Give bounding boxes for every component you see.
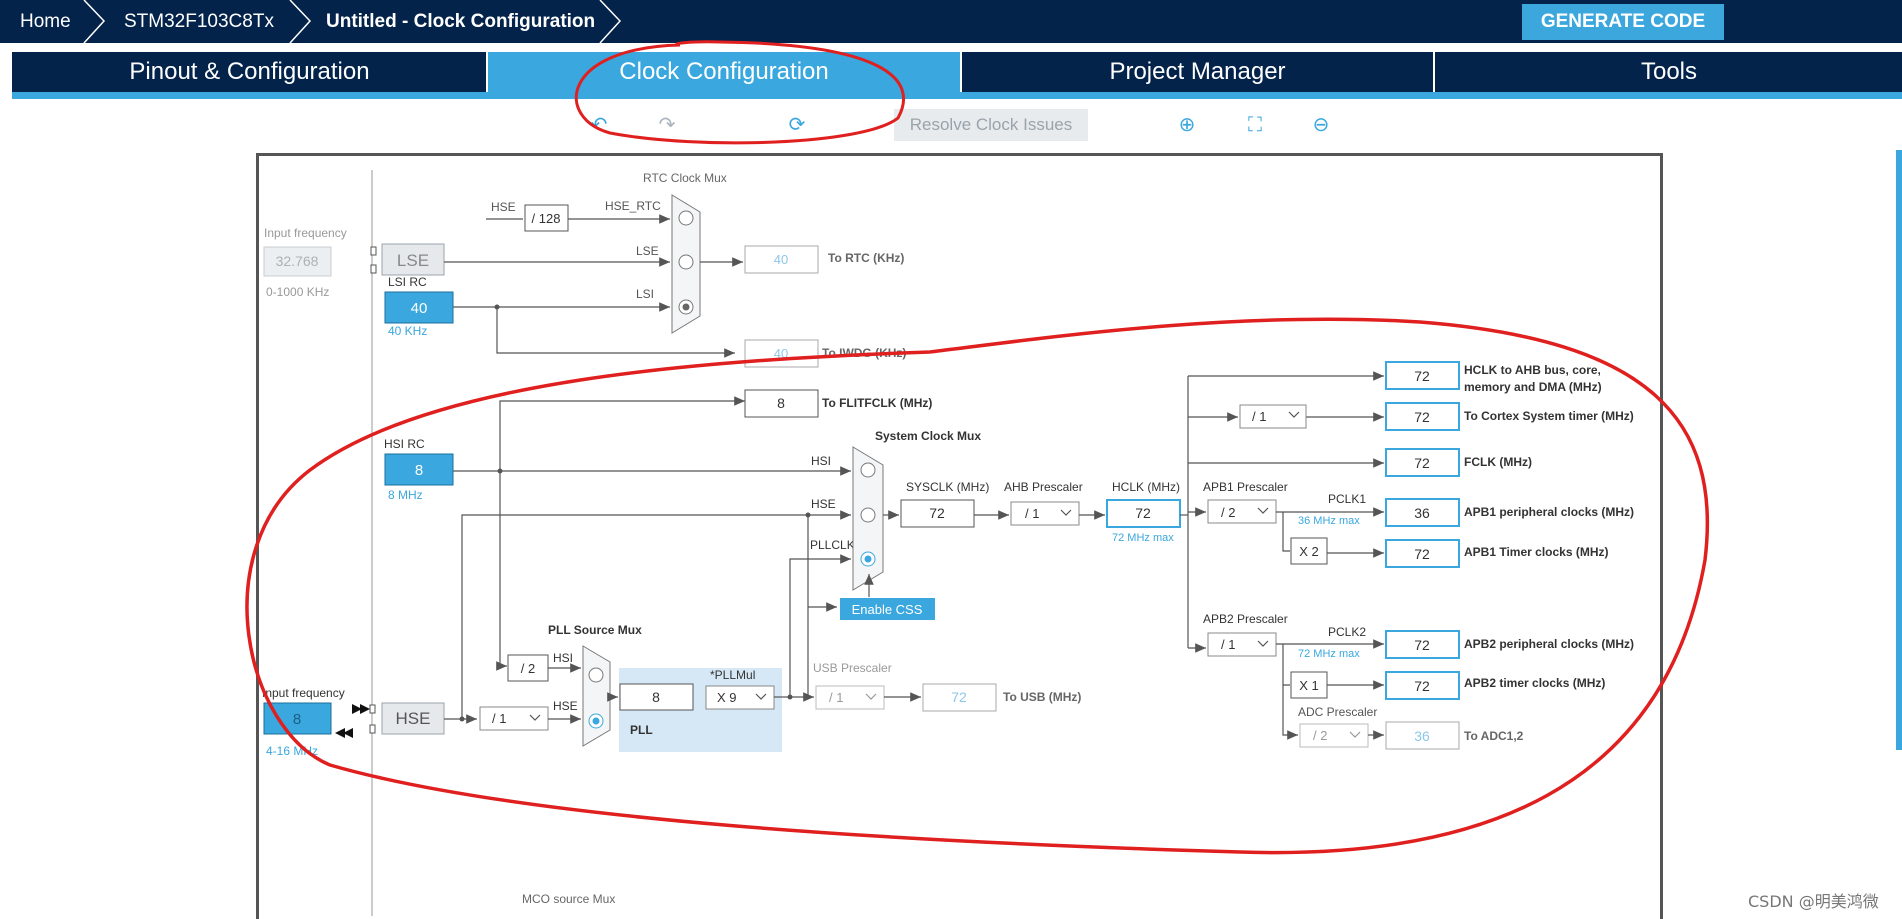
usb-prescaler-select[interactable]	[815, 685, 885, 710]
watermark-text: CSDN @明美鸿微	[1748, 892, 1879, 911]
lse-input-frequency-label: Input frequency	[264, 226, 347, 240]
usb-prescaler-label: USB Prescaler	[813, 661, 892, 675]
rtc-output-value: 40	[774, 252, 788, 267]
enable-css-label: Enable CSS	[852, 602, 923, 617]
clock-tree-svg: Input frequency 32.768 0-1000 KHz LSE LS…	[245, 40, 1710, 916]
pclk1-label: PCLK1	[1328, 492, 1366, 506]
apb1-timer-value: 72	[1414, 546, 1430, 562]
hse-rtc-source-label: HSE	[491, 200, 516, 214]
hse-label: HSE	[396, 709, 431, 728]
apb2-prescaler-label: APB2 Prescaler	[1203, 612, 1288, 626]
pll-label: PLL	[630, 723, 653, 737]
usb-output-value: 72	[951, 689, 967, 705]
adc-prescaler-select[interactable]	[1299, 723, 1369, 748]
hse-input-frequency-label: Input frequency	[262, 686, 345, 700]
lsi-rc-value: 40	[411, 300, 428, 317]
usb-prescaler-value: / 1	[829, 690, 843, 705]
pllmul-label: *PLLMul	[710, 668, 755, 682]
pclk1-max-label: 36 MHz max	[1298, 515, 1360, 527]
hclk-ahb-output-label: HCLK to AHB bus, core,	[1464, 363, 1601, 377]
red-annotation-circle-diagram	[245, 317, 1710, 855]
pll-input-value: 8	[652, 689, 660, 705]
pllmul-value: X 9	[717, 690, 737, 705]
apb2-prescaler-value: / 1	[1221, 637, 1235, 652]
apb1-timer-label: APB1 Timer clocks (MHz)	[1464, 545, 1609, 559]
fclk-output-label: FCLK (MHz)	[1464, 455, 1532, 469]
apb1-prescaler-value: / 2	[1221, 505, 1235, 520]
pllmux-hsi-label: HSI	[553, 651, 573, 665]
hclk-max-label: 72 MHz max	[1112, 532, 1174, 544]
system-clock-mux-title: System Clock Mux	[875, 429, 981, 443]
apb1-peripheral-label: APB1 peripheral clocks (MHz)	[1464, 505, 1634, 519]
hse-rtc-label: HSE_RTC	[605, 199, 661, 213]
adc-prescaler-label: ADC Prescaler	[1298, 705, 1377, 719]
apb1-peripheral-value: 36	[1414, 505, 1430, 521]
adc-output-label: To ADC1,2	[1464, 729, 1524, 743]
cortex-divider-select[interactable]	[1239, 404, 1307, 429]
cortex-divider-value: / 1	[1252, 409, 1266, 424]
sysmux-pllclk-label: PLLCLK	[810, 538, 855, 552]
lse-label: LSE	[397, 251, 429, 270]
apb1-prescaler-select[interactable]	[1207, 499, 1277, 524]
adc-output-value: 36	[1414, 728, 1430, 744]
pll-source-mux	[582, 645, 611, 747]
lse-range-label: 0-1000 KHz	[266, 285, 329, 299]
flitfclk-output-label: To FLITFCLK (MHz)	[822, 396, 932, 410]
rtc-output-label: To RTC (KHz)	[828, 251, 904, 265]
pll-source-mux-title: PLL Source Mux	[548, 623, 642, 637]
apb2-timer-value: 72	[1414, 678, 1430, 694]
pllmux-hse-label: HSE	[553, 699, 578, 713]
hsi-unit-label: 8 MHz	[388, 488, 423, 502]
cortex-output-value: 72	[1414, 409, 1430, 425]
hclk-ahb-output-value: 72	[1414, 368, 1430, 384]
cortex-output-label: To Cortex System timer (MHz)	[1464, 409, 1634, 423]
ahb-prescaler-label: AHB Prescaler	[1004, 480, 1083, 494]
ahb-prescaler-value: / 1	[1025, 506, 1039, 521]
lse-frequency-value: 32.768	[276, 253, 319, 269]
ahb-prescaler-select[interactable]	[1010, 501, 1080, 526]
rtc-mux-title: RTC Clock Mux	[643, 171, 727, 185]
hse-prediv-select[interactable]	[479, 706, 549, 731]
apb2-peripheral-label: APB2 peripheral clocks (MHz)	[1464, 637, 1634, 651]
rtc-lsi-label: LSI	[636, 287, 654, 301]
apb2-peripheral-value: 72	[1414, 637, 1430, 653]
hse-frequency-value: 8	[293, 711, 301, 728]
red-annotation-circle-tab	[574, 40, 906, 145]
usb-output-label: To USB (MHz)	[1003, 690, 1081, 704]
adc-prescaler-value: / 2	[1313, 728, 1327, 743]
hse-div128-label: / 128	[532, 211, 561, 226]
hsi-div2-label: / 2	[521, 661, 535, 676]
sysmux-hse-label: HSE	[811, 497, 836, 511]
hclk-value: 72	[1135, 505, 1151, 521]
apb2-timer-multiplier-value: X 1	[1299, 678, 1319, 693]
lsi-unit-label: 40 KHz	[388, 324, 427, 338]
lsi-rc-label: LSI RC	[388, 275, 427, 289]
rtc-lse-label: LSE	[636, 244, 659, 258]
pclk2-label: PCLK2	[1328, 625, 1366, 639]
hsi-rc-value: 8	[415, 462, 423, 479]
sysmux-hsi-label: HSI	[811, 454, 831, 468]
flitfclk-output-value: 8	[777, 395, 785, 411]
sysclk-value: 72	[929, 505, 945, 521]
apb2-prescaler-select[interactable]	[1207, 632, 1277, 657]
apb1-prescaler-label: APB1 Prescaler	[1203, 480, 1288, 494]
pclk2-max-label: 72 MHz max	[1298, 648, 1360, 660]
apb2-timer-label: APB2 timer clocks (MHz)	[1464, 676, 1605, 690]
hsi-rc-label: HSI RC	[384, 437, 425, 451]
hclk-label: HCLK (MHz)	[1112, 480, 1180, 494]
sysclk-label: SYSCLK (MHz)	[906, 480, 989, 494]
hse-prediv-value: / 1	[492, 711, 506, 726]
fclk-output-value: 72	[1414, 455, 1430, 471]
apb1-timer-multiplier-value: X 2	[1299, 544, 1319, 559]
mco-source-mux-title: MCO source Mux	[522, 892, 615, 906]
hclk-ahb-output-label-line2: memory and DMA (MHz)	[1464, 380, 1602, 394]
